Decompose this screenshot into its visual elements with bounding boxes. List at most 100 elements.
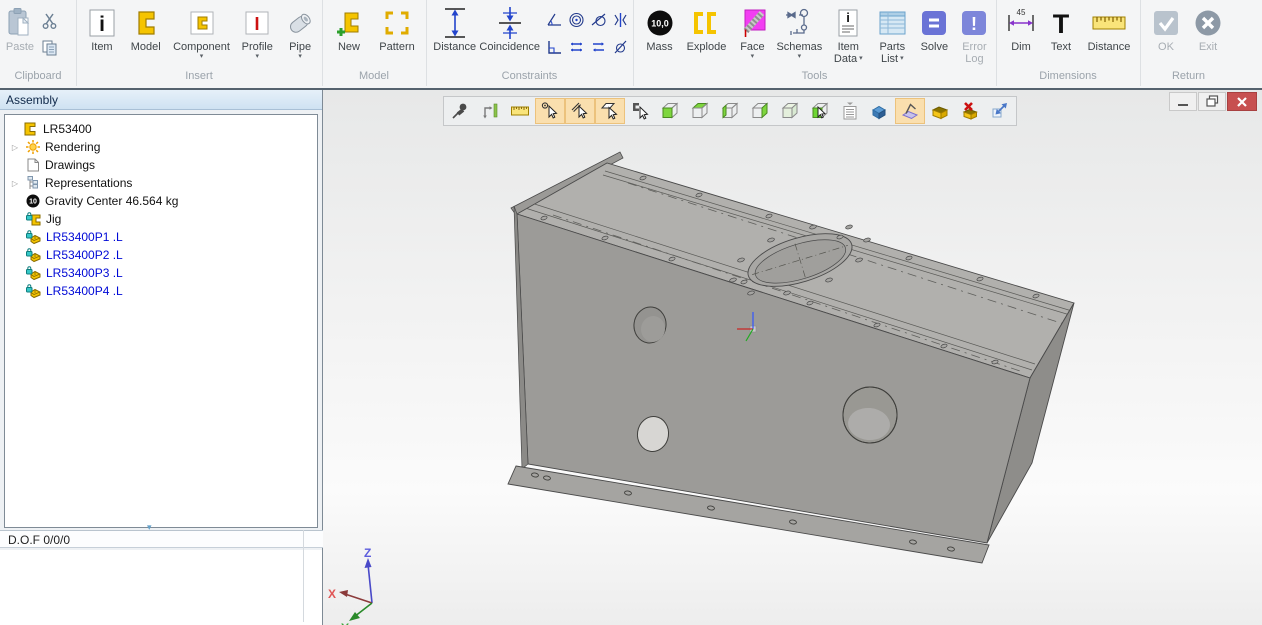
item-button[interactable]: i Item [81,5,123,53]
item-data-button[interactable]: i Item Data▾ [826,5,871,65]
dim-icon: 45 [1005,5,1037,41]
expander-icon[interactable]: ▷ [9,143,21,152]
distance-constraint-button[interactable]: Distance [431,5,478,53]
list-document-button[interactable] [835,98,865,124]
tree-item-drawings[interactable]: Drawings [5,156,317,174]
ruler-icon [510,101,530,121]
explode-button[interactable]: Explode [681,5,732,53]
paste-button[interactable]: Paste [5,5,35,53]
model-button[interactable]: Model [123,5,169,53]
tree-item-lr53400p2[interactable]: LR53400P2 .L [5,246,317,264]
tree-item-jig[interactable]: Jig [5,210,317,228]
measure-icon [480,101,500,121]
tree-item-lr53400p1[interactable]: LR53400P1 .L [5,228,317,246]
angle-constraint-button[interactable] [543,12,565,39]
group-label-model: Model [322,70,426,82]
measure-button[interactable] [475,98,505,124]
box-delete-button[interactable] [955,98,985,124]
distance-constraint-icon [438,5,472,41]
error-log-button[interactable]: ! Error Log [955,5,994,65]
assembly-panel: Assembly LR53400 ▷ Rendering Drawings ▷ … [0,90,323,625]
tree-item-gravity-center[interactable]: 10 Gravity Center 46.564 kg [5,192,317,210]
tree-item-lr53400p4[interactable]: LR53400P4 .L [5,282,317,300]
perpendicular-constraint-button[interactable] [543,39,565,66]
view-right-button[interactable] [745,98,775,124]
select-point-button[interactable] [535,98,565,124]
dim-button[interactable]: 45 Dim [1001,5,1041,53]
schemas-icon [783,5,815,41]
tree-item-rendering[interactable]: ▷ Rendering [5,138,317,156]
box-open-button[interactable] [925,98,955,124]
antitangent-constraint-button[interactable] [609,39,631,66]
part-3d-button[interactable] [865,98,895,124]
parts-list-button[interactable]: Parts List▾ [871,5,914,65]
mass-button[interactable]: 10,0 Mass [638,5,681,53]
schemas-button[interactable]: Schemas ▾ [773,5,826,61]
window-controls [1169,92,1257,111]
ruler-icon [1091,5,1127,41]
viewport-3d[interactable]: Z X Y [323,90,1262,625]
tangent-constraint-button[interactable] [587,12,609,39]
tree-item-lr53400[interactable]: LR53400 [5,120,317,138]
exit-icon [1194,5,1222,41]
ok-button[interactable]: OK [1145,5,1187,53]
symmetry-constraint-button[interactable] [609,12,631,39]
expand-view-button[interactable] [985,98,1015,124]
assembly-tree: LR53400 ▷ Rendering Drawings ▷ Represent… [4,114,318,528]
distance-measure-button[interactable]: Distance [1081,5,1137,53]
select-body-button[interactable] [805,98,835,124]
pipe-button[interactable]: Pipe ▾ [280,5,320,61]
new-button[interactable]: New [327,5,371,53]
tree-item-representations[interactable]: ▷ Representations [5,174,317,192]
offset-constraint-button[interactable] [587,39,609,66]
cut-button[interactable] [41,12,59,30]
pin-button[interactable] [445,98,475,124]
expander-icon[interactable]: ▷ [9,179,21,188]
coincidence-button[interactable]: Coincidence [478,5,541,53]
jig-locked-icon [25,211,42,227]
exit-button[interactable]: Exit [1187,5,1229,53]
cube-front-face-icon [660,101,680,121]
cube-top-face-icon [690,101,710,121]
view-left-button[interactable] [715,98,745,124]
pattern-button[interactable]: Pattern [371,5,423,53]
group-label-tools: Tools [633,70,996,82]
solve-button[interactable]: Solve [914,5,955,53]
viewport-toolbar [443,96,1017,126]
splitter-handle-icon[interactable]: ▾ [147,523,152,532]
pipe-icon [285,5,315,41]
select-edge-button[interactable] [565,98,595,124]
restore-button[interactable] [1198,92,1226,111]
minimize-button[interactable] [1169,92,1197,111]
part-locked-icon [25,283,42,299]
component-button[interactable]: Component ▾ [169,5,235,61]
copy-button[interactable] [41,39,59,57]
assembly-panel-title: Assembly [0,90,322,110]
ribbon-group-tools: 10,0 Mass Explode I Face ▾ [633,0,997,86]
select-component-button[interactable] [625,98,655,124]
explode-icon [691,5,721,41]
part-locked-icon [25,229,42,245]
view-front-button[interactable] [655,98,685,124]
view-top-button[interactable] [685,98,715,124]
model-icon [131,5,161,41]
tree-item-lr53400p3[interactable]: LR53400P3 .L [5,264,317,282]
mass-icon: 10,0 [645,5,675,41]
text-button[interactable]: T Text [1041,5,1081,53]
dropdown-arrow-icon: ▾ [798,53,802,61]
gravity-icon: 10 [25,193,41,209]
close-button[interactable] [1227,92,1257,111]
cube-left-face-icon [720,101,740,121]
pin-icon [450,101,470,121]
select-edge-icon [570,101,590,121]
select-face-button[interactable] [595,98,625,124]
ruler-button[interactable] [505,98,535,124]
profile-button[interactable]: I Profile ▾ [234,5,280,61]
sketch-plane-button[interactable] [895,98,925,124]
view-iso-button[interactable] [775,98,805,124]
concentric-constraint-button[interactable] [565,12,587,39]
component-icon [188,5,216,41]
parallel-constraint-button[interactable] [565,39,587,66]
3d-model[interactable]: Z X Y [323,90,1262,625]
face-button[interactable]: I Face ▾ [732,5,773,61]
